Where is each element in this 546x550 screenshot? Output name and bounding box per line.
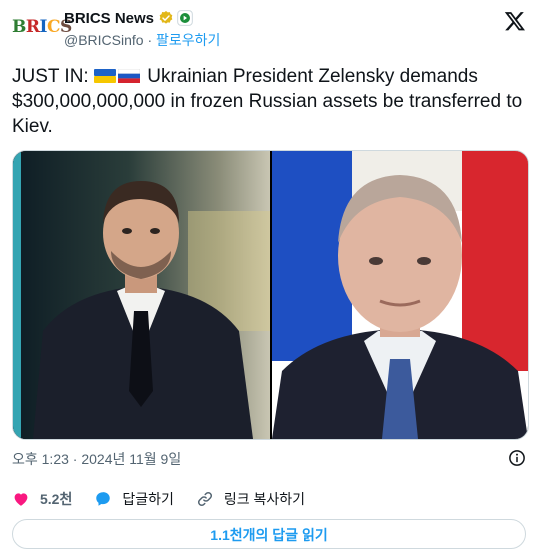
zelensky-photo[interactable] — [13, 151, 270, 439]
avatar[interactable]: BRICS — [12, 14, 72, 40]
russia-flag-icon — [118, 69, 140, 83]
reply-label: 답글하기 — [122, 491, 174, 507]
affiliate-badge-icon — [177, 10, 193, 26]
separator: · — [143, 32, 157, 48]
display-name[interactable]: BRICS News — [64, 10, 154, 27]
tweet-text: JUST IN: Ukrainian President Zelensky de… — [12, 64, 534, 139]
tweet-header: BRICS BRICS News @BRICSinfo · 팔로우하기 — [12, 6, 532, 52]
reply-bubble-icon — [96, 492, 111, 506]
link-icon — [197, 491, 212, 507]
media-grid — [12, 150, 529, 440]
tweet-prefix: JUST IN: — [12, 66, 94, 87]
ukraine-flag-icon — [94, 69, 116, 83]
read-replies-button[interactable]: 1.1천개의 답글 읽기 — [12, 519, 526, 549]
heart-icon — [14, 493, 28, 506]
copy-link-button[interactable]: 링크 복사하기 — [196, 489, 305, 509]
action-bar: 5.2천 답글하기 링크 복사하기 — [12, 488, 327, 510]
like-count: 5.2천 — [40, 491, 73, 507]
tweet-card: BRICS BRICS News @BRICSinfo · 팔로우하기 JUST… — [0, 0, 546, 550]
handle[interactable]: @BRICSinfo — [64, 32, 144, 48]
verified-badge-icon — [159, 11, 173, 24]
x-logo-icon[interactable] — [504, 10, 526, 32]
follow-link[interactable]: 팔로우하기 — [156, 32, 220, 48]
reply-button[interactable]: 답글하기 — [94, 489, 174, 509]
handle-row: @BRICSinfo · 팔로우하기 — [64, 30, 220, 50]
info-icon[interactable] — [508, 449, 526, 467]
like-button[interactable]: 5.2천 — [12, 489, 72, 509]
name-row: BRICS News — [64, 8, 193, 28]
copy-link-label: 링크 복사하기 — [223, 491, 306, 507]
putin-photo[interactable] — [272, 151, 528, 439]
tweet-timestamp[interactable]: 오후 1:23 · 2024년 11월 9일 — [12, 449, 181, 469]
